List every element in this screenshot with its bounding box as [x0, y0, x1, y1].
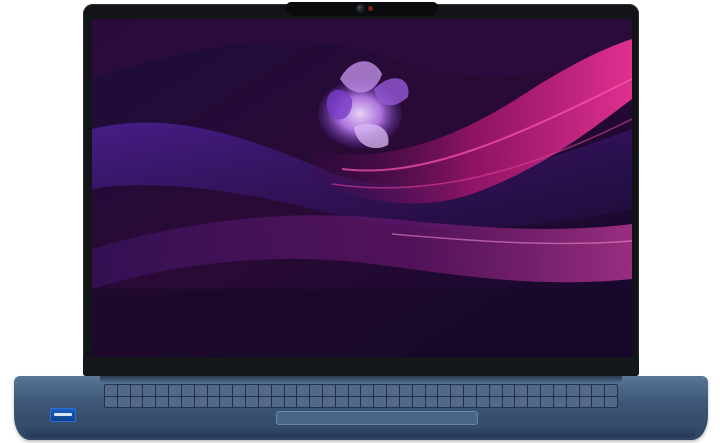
keyboard-key	[592, 396, 605, 407]
keyboard-key	[438, 385, 451, 396]
keyboard-key	[220, 385, 233, 396]
keyboard-key	[502, 385, 515, 396]
keyboard-key	[130, 385, 143, 396]
keyboard-key	[105, 385, 117, 396]
keyboard	[104, 384, 618, 408]
keyboard-key	[515, 385, 528, 396]
keyboard-key	[194, 396, 207, 407]
keyboard-key	[566, 385, 579, 396]
keyboard-key	[399, 385, 412, 396]
keyboard-key	[297, 385, 310, 396]
touchpad	[276, 411, 478, 425]
keyboard-key	[592, 385, 605, 396]
keyboard-key	[451, 385, 464, 396]
keyboard-key	[425, 396, 438, 407]
keyboard-key	[374, 396, 387, 407]
keyboard-key	[476, 396, 489, 407]
keyboard-key	[528, 385, 541, 396]
camera-indicator-light	[368, 6, 373, 11]
keyboard-key	[476, 385, 489, 396]
keyboard-key	[489, 385, 502, 396]
keyboard-key	[323, 385, 335, 396]
keyboard-key	[207, 396, 220, 407]
keyboard-key	[233, 385, 246, 396]
keyboard-key	[579, 385, 592, 396]
keyboard-key	[348, 396, 361, 407]
keyboard-key	[310, 396, 323, 407]
keyboard-key	[348, 385, 361, 396]
keyboard-key	[515, 396, 528, 407]
keyboard-key	[156, 385, 169, 396]
keyboard-key	[284, 385, 297, 396]
keyboard-key	[489, 396, 502, 407]
keyboard-key	[387, 396, 399, 407]
keyboard-key	[297, 396, 310, 407]
laptop-screen	[92, 19, 632, 357]
keyboard-key	[374, 385, 387, 396]
wallpaper-vignette	[92, 289, 632, 357]
keyboard-key	[387, 385, 399, 396]
keyboard-key	[258, 385, 271, 396]
keyboard-key	[130, 396, 143, 407]
laptop	[0, 0, 720, 443]
keyboard-key	[169, 385, 181, 396]
keyboard-key	[181, 385, 194, 396]
keyboard-key	[258, 396, 271, 407]
screen-bottom-bezel	[83, 357, 639, 376]
keyboard-key	[605, 396, 617, 407]
hinge	[100, 376, 622, 382]
keyboard-key	[438, 396, 451, 407]
keyboard-key	[220, 396, 233, 407]
base-front-edge	[24, 428, 698, 438]
keyboard-key	[105, 396, 117, 407]
keyboard-key	[399, 396, 412, 407]
keyboard-key	[143, 385, 156, 396]
keyboard-key	[169, 396, 181, 407]
keyboard-key	[451, 396, 464, 407]
keyboard-key	[117, 385, 130, 396]
wallpaper	[92, 19, 632, 357]
keyboard-key	[284, 396, 297, 407]
keyboard-key	[246, 396, 258, 407]
keyboard-key	[528, 396, 541, 407]
processor-sticker-icon	[50, 408, 76, 422]
keyboard-key	[553, 396, 566, 407]
keyboard-key	[541, 396, 553, 407]
keyboard-key	[194, 385, 207, 396]
keyboard-key	[464, 396, 476, 407]
keyboard-key	[323, 396, 335, 407]
keyboard-key	[412, 385, 425, 396]
keyboard-key	[566, 396, 579, 407]
keyboard-key	[271, 396, 284, 407]
keyboard-key	[207, 385, 220, 396]
keyboard-key	[412, 396, 425, 407]
keyboard-key	[425, 385, 438, 396]
keyboard-key	[156, 396, 169, 407]
keyboard-key	[271, 385, 284, 396]
keyboard-key	[579, 396, 592, 407]
keyboard-key	[117, 396, 130, 407]
keyboard-key	[605, 385, 617, 396]
keyboard-key	[541, 385, 553, 396]
keyboard-key	[233, 396, 246, 407]
keyboard-key	[361, 385, 374, 396]
keyboard-key	[143, 396, 156, 407]
keyboard-key	[181, 396, 194, 407]
keyboard-key	[502, 396, 515, 407]
sticker-stripe	[54, 413, 72, 416]
keyboard-key	[335, 396, 348, 407]
laptop-base	[14, 376, 708, 440]
keyboard-key	[310, 385, 323, 396]
webcam-bar	[286, 2, 438, 16]
keyboard-key	[335, 385, 348, 396]
camera-icon	[357, 5, 364, 12]
keyboard-key	[553, 385, 566, 396]
keyboard-key	[361, 396, 374, 407]
keyboard-key	[246, 385, 258, 396]
keyboard-key	[464, 385, 476, 396]
